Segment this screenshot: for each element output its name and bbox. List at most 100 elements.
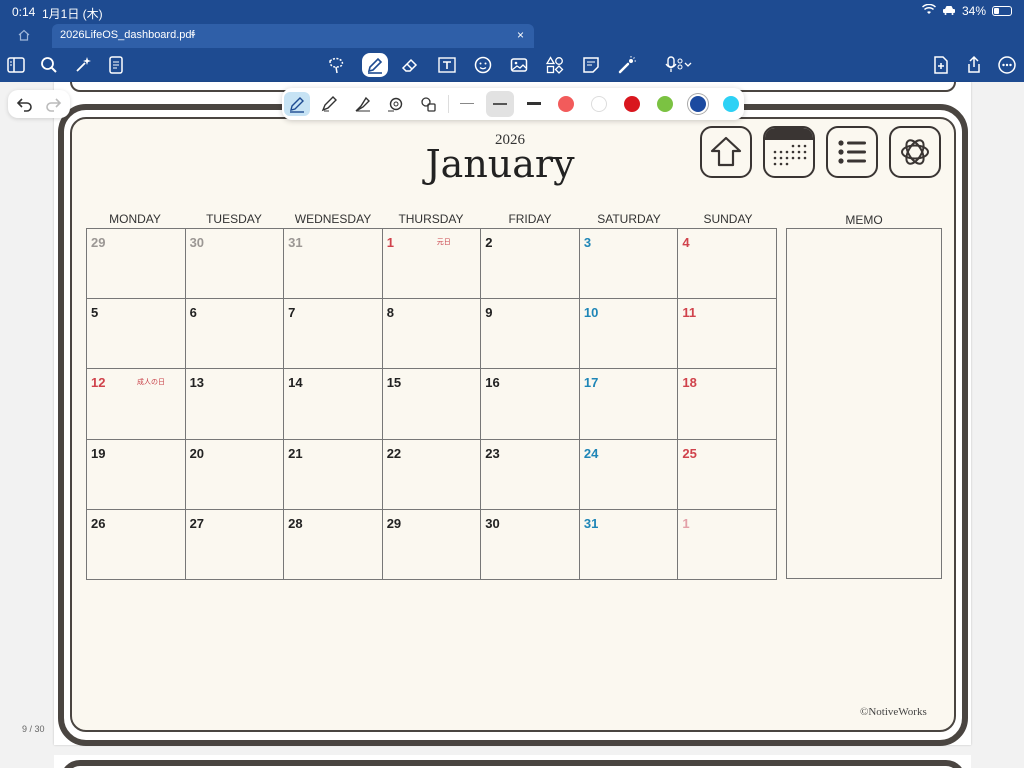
color-swatch-salmon[interactable] bbox=[558, 96, 574, 112]
list-icon bbox=[838, 140, 866, 164]
day-number: 8 bbox=[386, 305, 394, 321]
chatgpt-link[interactable] bbox=[889, 126, 941, 178]
lasso-icon[interactable] bbox=[323, 53, 349, 77]
more-icon[interactable] bbox=[994, 53, 1020, 77]
notes-icon[interactable] bbox=[103, 53, 129, 77]
textbox-icon[interactable] bbox=[434, 53, 460, 77]
shapes-icon[interactable] bbox=[542, 53, 568, 77]
calendar-day-cell[interactable]: 29 bbox=[87, 229, 186, 300]
color-swatch-cyan[interactable] bbox=[723, 96, 739, 112]
laser-icon[interactable] bbox=[614, 53, 640, 77]
stroke-thick[interactable] bbox=[527, 102, 541, 105]
calendar-day-cell[interactable]: 21 bbox=[284, 439, 383, 510]
day-number: 31 bbox=[583, 515, 599, 531]
day-number: 3 bbox=[583, 235, 592, 250]
close-icon[interactable]: × bbox=[517, 28, 524, 42]
calendar-day-cell[interactable]: 29 bbox=[382, 509, 482, 580]
day-number: 17 bbox=[583, 375, 599, 391]
chevron-down-icon[interactable]: ⌄ bbox=[189, 28, 197, 39]
ballpoint-pen-icon[interactable] bbox=[316, 92, 342, 116]
calendar-day-cell[interactable]: 19 bbox=[87, 439, 186, 510]
calendar-day-cell[interactable]: 1 bbox=[678, 509, 777, 580]
calendar-month: January bbox=[425, 142, 575, 186]
calendar-day-cell[interactable]: 11 bbox=[678, 299, 777, 370]
calendar-day-cell[interactable]: 2 bbox=[481, 229, 580, 300]
sidebar-icon[interactable] bbox=[3, 53, 29, 77]
undo-icon[interactable] bbox=[16, 95, 34, 113]
color-swatch-white[interactable] bbox=[591, 96, 607, 112]
status-time: 0:14 bbox=[12, 5, 36, 19]
sticker-pen-icon[interactable] bbox=[415, 92, 441, 116]
share-icon[interactable] bbox=[961, 53, 987, 77]
calendar-day-cell[interactable]: 1 元日 bbox=[382, 229, 482, 300]
calendar-day-cell[interactable]: 20 bbox=[185, 439, 285, 510]
brush-pen-icon[interactable] bbox=[350, 92, 376, 116]
microphone-icon[interactable] bbox=[660, 53, 696, 77]
color-swatch-navy[interactable] bbox=[690, 96, 706, 112]
color-swatch-green[interactable] bbox=[657, 96, 673, 112]
pen-icon[interactable] bbox=[362, 53, 388, 77]
color-swatch-red[interactable] bbox=[624, 96, 640, 112]
calendar-day-cell[interactable]: 24 bbox=[579, 439, 679, 510]
list-link[interactable] bbox=[826, 126, 878, 178]
redo-icon[interactable] bbox=[44, 95, 62, 113]
calendar-day-cell[interactable]: 14 bbox=[284, 369, 383, 440]
calendar-day-cell[interactable]: 12 成人の日 bbox=[87, 369, 186, 440]
calendar-day-cell[interactable]: 18 bbox=[678, 369, 777, 440]
calendar-day-cell[interactable]: 3 bbox=[579, 229, 679, 300]
sticky-note-icon[interactable] bbox=[578, 53, 604, 77]
copyright: ©NotiveWorks bbox=[860, 706, 927, 718]
stroke-medium-selected[interactable] bbox=[486, 91, 514, 117]
image-icon[interactable] bbox=[506, 53, 532, 77]
day-number: 10 bbox=[583, 305, 599, 321]
calendar-day-cell[interactable]: 28 bbox=[284, 509, 383, 580]
calendar-day-cell[interactable]: 7 bbox=[284, 299, 383, 370]
battery-icon bbox=[992, 6, 1012, 16]
calendar-link[interactable] bbox=[763, 126, 815, 178]
sparkle-icon[interactable] bbox=[70, 53, 96, 77]
document-tab[interactable]: 2026LifeOS_dashboard.pdf ⌄ × bbox=[52, 24, 534, 48]
calendar-day-cell[interactable]: 10 bbox=[579, 299, 679, 370]
day-number: 20 bbox=[189, 445, 205, 461]
day-number: 30 bbox=[485, 515, 500, 531]
calendar-day-cell[interactable]: 6 bbox=[185, 299, 285, 370]
home-link[interactable] bbox=[700, 126, 752, 178]
highlighter-icon[interactable] bbox=[382, 92, 408, 116]
sticker-icon[interactable] bbox=[470, 53, 496, 77]
home-icon[interactable] bbox=[18, 28, 30, 44]
stroke-thin[interactable] bbox=[460, 103, 474, 104]
day-number: 26 bbox=[91, 515, 106, 531]
calendar-day-cell[interactable]: 17 bbox=[579, 369, 679, 440]
wifi-icon bbox=[921, 3, 936, 18]
calendar-day-cell[interactable]: 26 bbox=[87, 509, 186, 580]
calendar-day-cell[interactable]: 30 bbox=[481, 509, 580, 580]
home-icon bbox=[710, 136, 742, 167]
search-icon[interactable] bbox=[36, 53, 62, 77]
calendar-day-cell[interactable]: 23 bbox=[481, 439, 580, 510]
calendar-day-cell[interactable]: 5 bbox=[87, 299, 186, 370]
calendar-day-cell[interactable]: 25 bbox=[678, 439, 777, 510]
calendar-day-cell[interactable]: 15 bbox=[382, 369, 482, 440]
calendar-day-cell[interactable]: 13 bbox=[185, 369, 285, 440]
calendar-day-cell[interactable]: 22 bbox=[382, 439, 482, 510]
calendar-day-cell[interactable]: 31 bbox=[579, 509, 679, 580]
status-bar: 0:14 1月1日 (木) 34% bbox=[0, 0, 1024, 24]
day-number: 19 bbox=[91, 445, 106, 461]
calendar-day-cell[interactable]: 30 bbox=[185, 229, 285, 300]
eraser-icon[interactable] bbox=[397, 53, 423, 77]
day-number: 29 bbox=[386, 515, 402, 531]
weekday-saturday: SATURDAY bbox=[597, 212, 661, 226]
day-number: 11 bbox=[682, 305, 697, 321]
new-page-icon[interactable] bbox=[928, 53, 954, 77]
calendar-day-cell[interactable]: 9 bbox=[481, 299, 580, 370]
fountain-pen-icon[interactable] bbox=[284, 92, 310, 116]
calendar-day-cell[interactable]: 4 bbox=[678, 229, 777, 300]
tab-bar: 2026LifeOS_dashboard.pdf ⌄ × bbox=[0, 24, 1024, 48]
calendar-day-cell[interactable]: 16 bbox=[481, 369, 580, 440]
memo-box[interactable] bbox=[786, 228, 942, 579]
calendar-day-cell[interactable]: 8 bbox=[382, 299, 482, 370]
weekday-tuesday: TUESDAY bbox=[206, 212, 262, 226]
calendar-day-cell[interactable]: 31 bbox=[284, 229, 383, 300]
day-number: 2 bbox=[485, 235, 493, 250]
calendar-day-cell[interactable]: 27 bbox=[185, 509, 285, 580]
